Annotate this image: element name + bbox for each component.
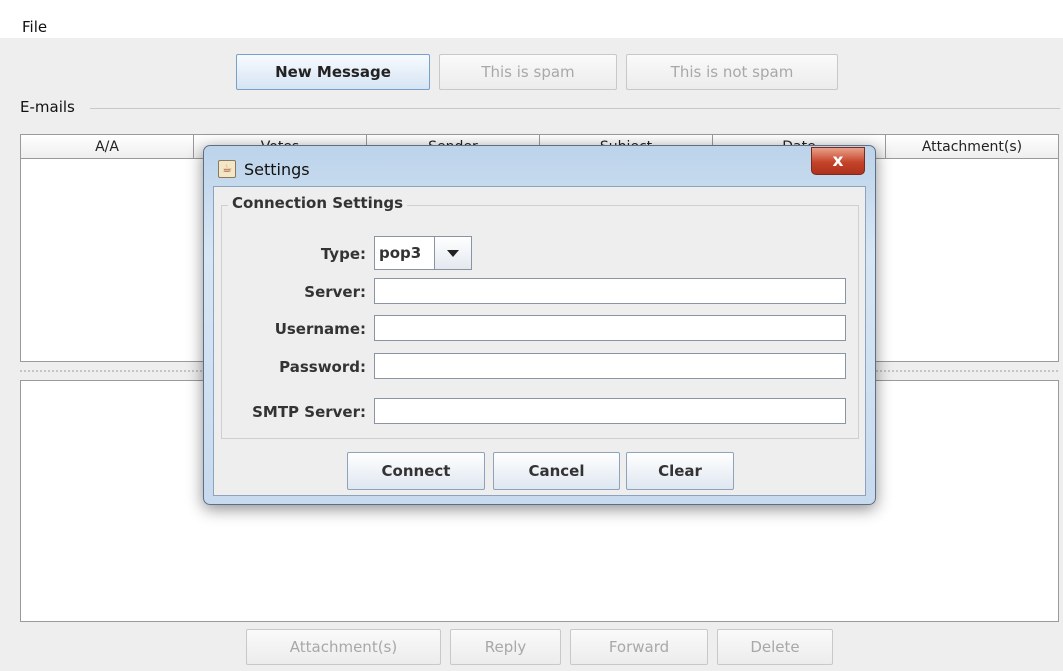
forward-button[interactable]: Forward: [570, 629, 708, 665]
cancel-label: Cancel: [528, 462, 585, 480]
close-icon: x: [832, 151, 844, 171]
type-label: Type:: [320, 245, 366, 263]
close-button[interactable]: x: [811, 147, 865, 175]
delete-button[interactable]: Delete: [717, 629, 833, 665]
menu-file[interactable]: File: [22, 18, 47, 36]
reply-button[interactable]: Reply: [450, 629, 561, 665]
attachments-button[interactable]: Attachment(s): [246, 629, 441, 665]
attachments-label: Attachment(s): [289, 638, 398, 656]
new-message-button[interactable]: New Message: [236, 54, 430, 90]
settings-dialog: ☕ Settings x Connection Settings Type: p…: [203, 145, 876, 505]
dialog-content: Connection Settings Type: pop3 Server: U…: [213, 186, 866, 496]
menu-file-label: File: [22, 18, 48, 36]
menu-bar: File: [0, 0, 1063, 38]
dialog-title: Settings: [244, 160, 310, 179]
reply-label: Reply: [484, 638, 527, 656]
type-select-value: pop3: [375, 237, 435, 269]
connection-settings-title: Connection Settings: [228, 194, 408, 212]
username-label: Username:: [274, 320, 366, 338]
emails-group-border: [90, 108, 1060, 109]
this-is-spam-button[interactable]: This is spam: [439, 54, 617, 90]
java-cup-icon: ☕: [218, 160, 236, 178]
server-label: Server:: [304, 283, 366, 301]
delete-label: Delete: [750, 638, 800, 656]
column-header-aa[interactable]: A/A: [21, 135, 194, 158]
this-is-spam-label: This is spam: [481, 63, 575, 81]
forward-label: Forward: [608, 638, 670, 656]
new-message-label: New Message: [275, 63, 391, 81]
connect-button[interactable]: Connect: [347, 452, 485, 490]
username-input[interactable]: [374, 315, 846, 341]
this-is-not-spam-label: This is not spam: [670, 63, 794, 81]
smtp-server-input[interactable]: [374, 398, 846, 424]
cancel-button[interactable]: Cancel: [493, 452, 620, 490]
password-label: Password:: [279, 358, 366, 376]
connect-label: Connect: [381, 462, 451, 480]
server-input[interactable]: [374, 278, 846, 304]
clear-label: Clear: [658, 462, 702, 480]
column-header-attachments[interactable]: Attachment(s): [886, 135, 1058, 158]
type-select-arrow[interactable]: [435, 237, 471, 269]
chevron-down-icon: [447, 249, 459, 257]
this-is-not-spam-button[interactable]: This is not spam: [626, 54, 838, 90]
password-input[interactable]: [374, 353, 846, 379]
emails-section-title: E-mails: [20, 98, 75, 116]
type-select[interactable]: pop3: [374, 236, 472, 270]
smtp-server-label: SMTP Server:: [252, 403, 366, 421]
clear-button[interactable]: Clear: [626, 452, 734, 490]
